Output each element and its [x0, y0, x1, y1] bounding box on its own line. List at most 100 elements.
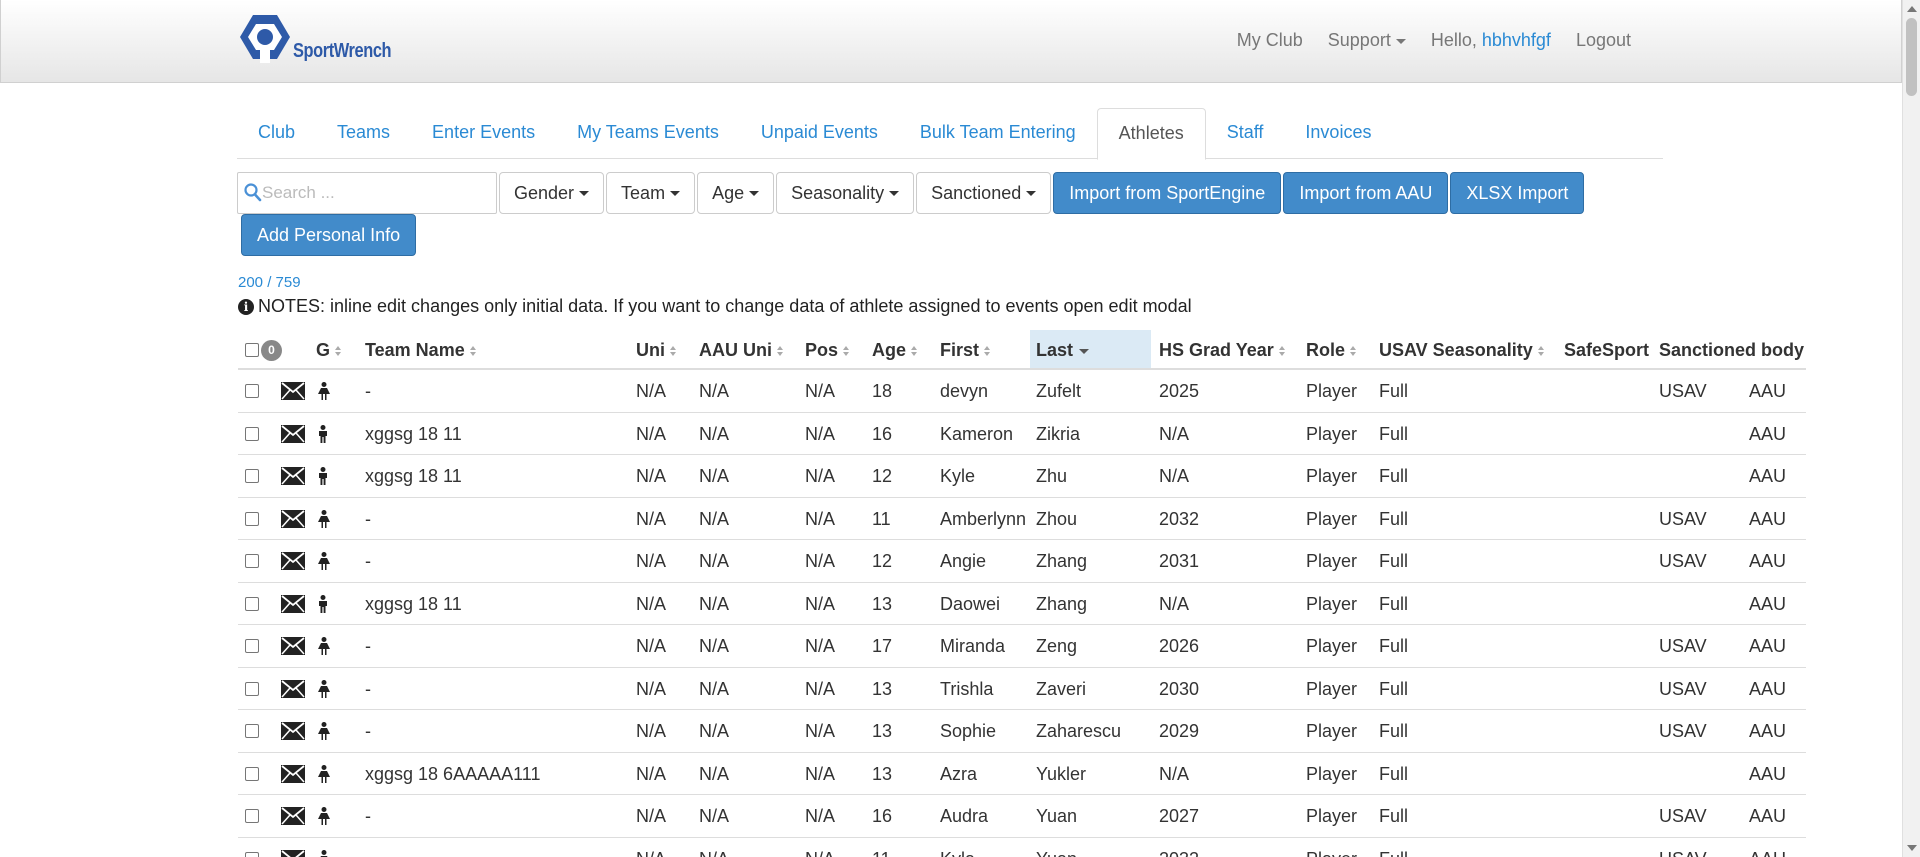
age-cell[interactable]: 16	[872, 795, 892, 837]
usav-seasonality-cell[interactable]: Full	[1379, 625, 1408, 667]
my-club-link[interactable]: My Club	[1237, 30, 1303, 51]
table-row[interactable]: - N/A N/A N/A 17 Miranda Zeng 2026 Player Full USA…	[238, 625, 1806, 668]
hs-grad-year-cell[interactable]: 2027	[1159, 795, 1199, 837]
usav-seasonality-cell[interactable]: Full	[1379, 540, 1408, 582]
usav-seasonality-cell[interactable]: Full	[1379, 668, 1408, 710]
support-dropdown[interactable]: Support	[1328, 30, 1406, 51]
team-name-cell[interactable]: -	[365, 540, 371, 582]
pos-cell[interactable]: N/A	[805, 838, 835, 857]
pos-cell[interactable]: N/A	[805, 498, 835, 540]
xlsx-import-button[interactable]: XLSX Import	[1450, 172, 1585, 214]
role-cell[interactable]: Player	[1306, 370, 1357, 412]
row-checkbox[interactable]	[245, 469, 259, 483]
age-filter-dropdown[interactable]: Age	[697, 172, 775, 214]
pos-cell[interactable]: N/A	[805, 795, 835, 837]
team-name-cell[interactable]: -	[365, 668, 371, 710]
uni-cell[interactable]: N/A	[636, 540, 666, 582]
age-cell[interactable]: 13	[872, 583, 892, 625]
sanctioned-filter-dropdown[interactable]: Sanctioned	[916, 172, 1052, 214]
last-name-cell[interactable]: Zhou	[1036, 498, 1077, 540]
last-name-cell[interactable]: Zaharescu	[1036, 710, 1121, 752]
hs-grad-year-cell[interactable]: N/A	[1159, 413, 1189, 455]
row-checkbox[interactable]	[245, 639, 259, 653]
team-name-cell[interactable]: xggsg 18 6AAAAA111	[365, 753, 540, 795]
add-personal-info-button[interactable]: Add Personal Info	[241, 214, 417, 256]
last-name-cell[interactable]: Yuan	[1036, 838, 1077, 857]
tab-club[interactable]: Club	[237, 108, 316, 159]
table-row[interactable]: xggsg 18 11 N/A N/A N/A 12 Kyle Zhu N/A Player Fu…	[238, 455, 1806, 498]
select-all-checkbox[interactable]	[245, 343, 259, 357]
team-name-cell[interactable]: -	[365, 370, 371, 412]
import-aau-button[interactable]: Import from AAU	[1283, 172, 1449, 214]
row-checkbox[interactable]	[245, 766, 259, 781]
scrollbar-thumb[interactable]	[1906, 18, 1917, 96]
first-name-cell[interactable]: Miranda	[940, 625, 1005, 667]
role-cell[interactable]: Player	[1306, 625, 1357, 667]
aau-uni-cell[interactable]: N/A	[699, 455, 729, 497]
uni-cell[interactable]: N/A	[636, 753, 666, 795]
table-row[interactable]: xggsg 18 11 N/A N/A N/A 16 Kameron Zikria N/A Pl…	[238, 413, 1806, 455]
usav-seasonality-cell[interactable]: Full	[1379, 795, 1408, 837]
role-cell[interactable]: Player	[1306, 498, 1357, 540]
row-checkbox[interactable]	[245, 511, 259, 526]
table-row[interactable]: xggsg 18 11 N/A N/A N/A 13 Daowei Zhang N/A Play…	[238, 583, 1806, 625]
team-filter-dropdown[interactable]: Team	[606, 172, 696, 214]
email-icon[interactable]	[281, 382, 305, 405]
uni-cell[interactable]: N/A	[636, 455, 666, 497]
role-cell[interactable]: Player	[1306, 710, 1357, 752]
first-name-cell[interactable]: Angie	[940, 540, 986, 582]
team-name-cell[interactable]: -	[365, 498, 371, 540]
hs-grad-year-cell[interactable]: 2026	[1159, 625, 1199, 667]
aau-uni-cell[interactable]: N/A	[699, 498, 729, 540]
pos-cell[interactable]: N/A	[805, 540, 835, 582]
row-checkbox[interactable]	[245, 809, 259, 823]
aau-uni-cell[interactable]: N/A	[699, 795, 729, 837]
column-header-g[interactable]: G	[316, 330, 342, 368]
email-icon[interactable]	[281, 552, 305, 575]
age-cell[interactable]: 13	[872, 710, 892, 752]
role-cell[interactable]: Player	[1306, 753, 1357, 795]
role-cell[interactable]: Player	[1306, 583, 1357, 625]
email-icon[interactable]	[281, 594, 305, 618]
last-name-cell[interactable]: Zhu	[1036, 455, 1067, 497]
usav-seasonality-cell[interactable]: Full	[1379, 498, 1408, 540]
table-row[interactable]: - N/A N/A N/A 11 Kyla Yuan 2032 Player Full USAV AA…	[238, 838, 1806, 857]
aau-uni-cell[interactable]: N/A	[699, 625, 729, 667]
pos-cell[interactable]: N/A	[805, 583, 835, 625]
hs-grad-year-cell[interactable]: 2031	[1159, 540, 1199, 582]
usav-seasonality-cell[interactable]: Full	[1379, 753, 1408, 795]
table-row[interactable]: - N/A N/A N/A 12 Angie Zhang 2031 Player Full USAV…	[238, 540, 1806, 583]
pos-cell[interactable]: N/A	[805, 668, 835, 710]
scroll-down-arrow-icon[interactable]	[1907, 845, 1917, 851]
scroll-up-arrow-icon[interactable]	[1907, 6, 1917, 12]
role-cell[interactable]: Player	[1306, 838, 1357, 857]
column-header-team-name[interactable]: Team Name	[365, 330, 477, 368]
team-name-cell[interactable]: -	[365, 625, 371, 667]
pos-cell[interactable]: N/A	[805, 753, 835, 795]
email-icon[interactable]	[281, 722, 305, 745]
hs-grad-year-cell[interactable]: N/A	[1159, 583, 1189, 625]
email-icon[interactable]	[281, 807, 305, 830]
usav-seasonality-cell[interactable]: Full	[1379, 413, 1408, 455]
last-name-cell[interactable]: Zeng	[1036, 625, 1077, 667]
uni-cell[interactable]: N/A	[636, 413, 666, 455]
aau-uni-cell[interactable]: N/A	[699, 710, 729, 752]
hs-grad-year-cell[interactable]: 2032	[1159, 498, 1199, 540]
search-input[interactable]	[262, 183, 482, 203]
row-checkbox[interactable]	[245, 724, 259, 738]
age-cell[interactable]: 13	[872, 753, 892, 795]
first-name-cell[interactable]: Daowei	[940, 583, 1000, 625]
table-row[interactable]: - N/A N/A N/A 13 Sophie Zaharescu 2029 Player Ful…	[238, 710, 1806, 753]
column-header-pos[interactable]: Pos	[805, 330, 850, 368]
tab-my-teams-events[interactable]: My Teams Events	[556, 108, 740, 159]
uni-cell[interactable]: N/A	[636, 710, 666, 752]
uni-cell[interactable]: N/A	[636, 625, 666, 667]
column-header-safesport[interactable]: SafeSport	[1564, 330, 1649, 368]
aau-uni-cell[interactable]: N/A	[699, 540, 729, 582]
uni-cell[interactable]: N/A	[636, 498, 666, 540]
usav-seasonality-cell[interactable]: Full	[1379, 838, 1408, 857]
aau-uni-cell[interactable]: N/A	[699, 668, 729, 710]
age-cell[interactable]: 11	[872, 838, 891, 857]
last-name-cell[interactable]: Yuan	[1036, 795, 1077, 837]
gender-filter-dropdown[interactable]: Gender	[499, 172, 605, 214]
